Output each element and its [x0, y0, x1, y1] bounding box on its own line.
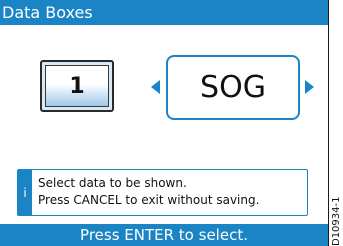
arrow-right-icon[interactable] [305, 80, 314, 94]
screen-title: Data Boxes [0, 0, 328, 25]
data-box-number-button[interactable]: 1 [40, 60, 114, 112]
device-screen: Data Boxes 1 SOG i Select data to be sho… [0, 0, 329, 246]
data-box-number: 1 [45, 65, 109, 107]
info-text: Select data to be shown. Press CANCEL to… [38, 175, 259, 209]
info-line-1: Select data to be shown. [38, 176, 187, 190]
info-line-2: Press CANCEL to exit without saving. [38, 193, 260, 207]
info-icon: i [18, 170, 32, 215]
info-box: i Select data to be shown. Press CANCEL … [17, 169, 308, 216]
footer-hint: Press ENTER to select. [0, 224, 328, 246]
data-selection-field[interactable]: SOG [166, 55, 300, 120]
figure-id-label: D10934-1 [331, 196, 342, 246]
arrow-left-icon[interactable] [151, 80, 160, 94]
